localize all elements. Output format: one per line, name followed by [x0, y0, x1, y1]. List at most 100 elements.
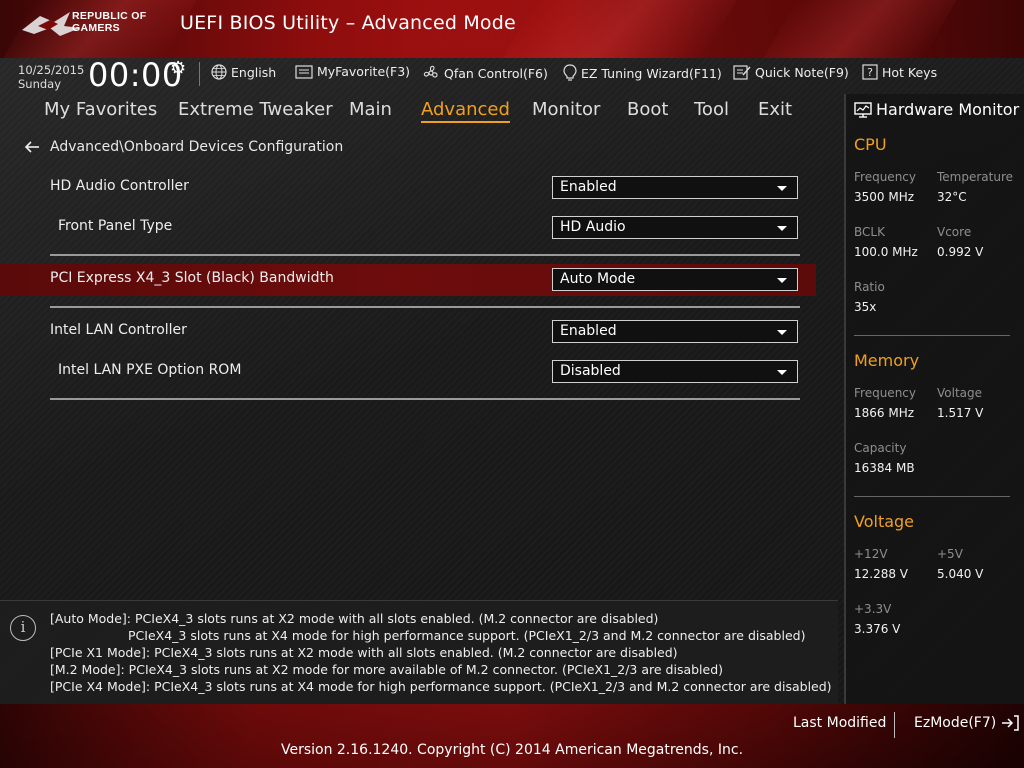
intel-pxe-value: Disabled [560, 363, 621, 379]
my-favorite-label: MyFavorite(F3) [317, 64, 411, 79]
voltage-12v-value: 12.288 V [854, 567, 909, 581]
voltage-heading: Voltage [854, 512, 915, 531]
main-tabs: My Favorites Extreme Tweaker Main Advanc… [0, 94, 840, 130]
help-line: [Auto Mode]: PCIeX4_3 slots runs at X2 m… [50, 611, 659, 626]
clock-display: 00:00 [88, 56, 183, 94]
intel-pxe-select[interactable]: Disabled [552, 360, 798, 383]
cpu-bclk-label: BCLK [854, 225, 885, 239]
voltage-3v3-label: +3.3V [854, 602, 892, 616]
cpu-vcore-value: 0.992 V [937, 245, 984, 259]
exit-to-icon [1002, 715, 1019, 731]
toolbar: 10/25/2015 Sunday 00:00 ⚙ English MyFavo… [0, 56, 1024, 94]
fan-icon [423, 65, 438, 78]
chevron-down-icon [777, 330, 787, 335]
app-title: UEFI BIOS Utility – Advanced Mode [180, 12, 516, 34]
front-panel-label: Front Panel Type [58, 218, 173, 234]
last-modified-label: Last Modified [793, 715, 887, 731]
chevron-down-icon [777, 186, 787, 191]
tab-boot[interactable]: Boot [627, 99, 668, 120]
brand-line-2: GAMERS [72, 22, 120, 34]
cpu-ratio-value: 35x [854, 300, 877, 314]
pcie-bandwidth-value: Auto Mode [560, 271, 636, 287]
ez-mode-button[interactable]: EzMode(F7) [914, 715, 1020, 731]
memory-capacity-value: 16384 MB [854, 461, 915, 475]
intel-lan-select[interactable]: Enabled [552, 320, 798, 343]
ez-mode-label: EzMode(F7) [914, 715, 997, 731]
title-bar: REPUBLIC OF GAMERS UEFI BIOS Utility – A… [0, 0, 1024, 58]
last-modified-button[interactable]: Last Modified [793, 715, 886, 731]
back-arrow-icon[interactable] [24, 140, 40, 154]
front-panel-select[interactable]: HD Audio [552, 216, 798, 239]
intel-lan-value: Enabled [560, 323, 617, 339]
memory-voltage-label: Voltage [937, 386, 983, 400]
front-panel-value: HD Audio [560, 219, 626, 235]
intel-lan-label: Intel LAN Controller [50, 322, 187, 338]
tab-tool[interactable]: Tool [694, 99, 729, 120]
help-icon: ? [862, 64, 878, 80]
globe-icon [211, 64, 227, 80]
lightbulb-icon [563, 64, 577, 81]
hw-divider [854, 496, 1010, 497]
voltage-12v-label: +12V [854, 547, 888, 561]
ez-tuning-label: EZ Tuning Wizard(F11) [581, 65, 722, 81]
voltage-3v3-value: 3.376 V [854, 622, 901, 636]
tab-advanced[interactable]: Advanced [421, 99, 510, 123]
date-display: 10/25/2015 Sunday [18, 63, 84, 91]
memory-frequency-value: 1866 MHz [854, 406, 915, 420]
help-line: [M.2 Mode]: PCIeX4_3 slots runs at X2 mo… [50, 662, 724, 677]
section-divider [50, 398, 800, 400]
copyright-text: Version 2.16.1240. Copyright (C) 2014 Am… [280, 742, 744, 758]
cpu-frequency-label: Frequency [854, 170, 916, 184]
monitor-icon [854, 101, 872, 118]
help-line: PCIeX4_3 slots runs at X4 mode for high … [128, 628, 806, 643]
section-divider [50, 306, 800, 308]
quick-note-label: Quick Note(F9) [755, 64, 849, 80]
hot-keys-button[interactable]: ? Hot Keys [862, 64, 937, 80]
hardware-monitor-panel: Hardware Monitor CPU Frequency Temperatu… [844, 94, 1024, 704]
help-panel: i [Auto Mode]: PCIeX4_3 slots runs at X2… [0, 600, 838, 704]
day-text: Sunday [18, 77, 62, 91]
gear-icon[interactable]: ⚙ [170, 58, 186, 79]
quick-note-button[interactable]: Quick Note(F9) [733, 64, 849, 80]
voltage-5v-label: +5V [937, 547, 963, 561]
brand-name: REPUBLIC OF GAMERS [72, 10, 146, 34]
tab-extreme-tweaker[interactable]: Extreme Tweaker [178, 99, 333, 120]
hardware-monitor-title: Hardware Monitor [854, 100, 1019, 119]
voltage-5v-value: 5.040 V [937, 567, 984, 581]
cpu-heading: CPU [854, 135, 887, 154]
tab-my-favorites[interactable]: My Favorites [44, 99, 157, 120]
intel-pxe-label: Intel LAN PXE Option ROM [58, 362, 242, 378]
chevron-down-icon [777, 278, 787, 283]
hardware-monitor-title-text: Hardware Monitor [876, 100, 1020, 119]
memory-frequency-label: Frequency [854, 386, 916, 400]
qfan-label: Qfan Control(F6) [444, 65, 548, 81]
pcie-bandwidth-select[interactable]: Auto Mode [552, 268, 798, 291]
tab-main[interactable]: Main [349, 99, 392, 120]
toolbar-divider [199, 62, 200, 86]
date-text: 10/25/2015 [18, 63, 85, 77]
tab-exit[interactable]: Exit [758, 99, 792, 120]
hd-audio-select[interactable]: Enabled [552, 176, 798, 199]
footer-bar: Last Modified EzMode(F7) Version 2.16.12… [0, 704, 1024, 768]
hd-audio-value: Enabled [560, 179, 617, 195]
qfan-control-button[interactable]: Qfan Control(F6) [422, 64, 548, 82]
section-divider [50, 254, 800, 256]
language-button[interactable]: English [211, 64, 276, 80]
svg-text:?: ? [867, 66, 873, 79]
memory-capacity-label: Capacity [854, 441, 907, 455]
info-icon: i [10, 615, 36, 641]
breadcrumb-path: Advanced\Onboard Devices Configuration [50, 139, 344, 155]
memory-heading: Memory [854, 351, 920, 370]
ez-tuning-wizard-button[interactable]: EZ Tuning Wizard(F11) [563, 64, 722, 82]
chevron-down-icon [777, 370, 787, 375]
memory-voltage-value: 1.517 V [937, 406, 984, 420]
brand-line-1: REPUBLIC OF [72, 10, 147, 22]
cpu-temperature-value: 32°C [937, 190, 967, 204]
favorite-list-icon [295, 64, 313, 79]
cpu-frequency-value: 3500 MHz [854, 190, 915, 204]
hw-divider [854, 335, 1010, 336]
pcie-bandwidth-label: PCI Express X4_3 Slot (Black) Bandwidth [50, 270, 334, 286]
my-favorite-button[interactable]: MyFavorite(F3) [295, 64, 410, 79]
chevron-down-icon [777, 226, 787, 231]
tab-monitor[interactable]: Monitor [532, 99, 600, 120]
